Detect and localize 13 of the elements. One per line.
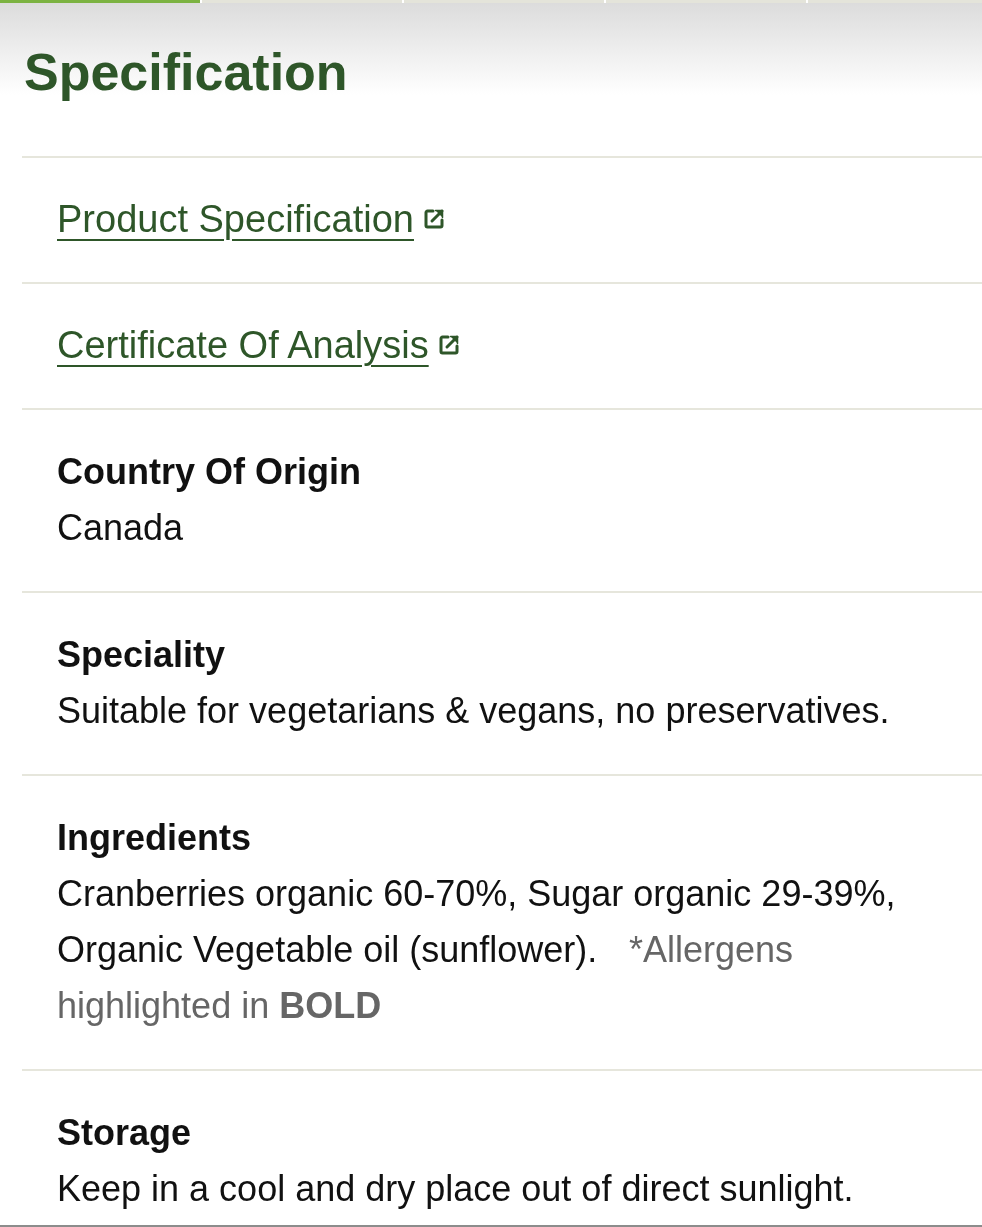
detail-label: Ingredients: [57, 816, 252, 860]
document-link[interactable]: Product Specification: [57, 191, 446, 247]
detail-value: Canada: [57, 506, 185, 550]
section-title: Specification: [24, 42, 348, 102]
external-link-icon: [422, 207, 446, 231]
detail-value: Keep in a cool and dry place out of direct sunlight.: [57, 1167, 855, 1211]
external-link-icon: [436, 333, 461, 357]
detail-value: Cranberries organic 60-70%, Sugar organic 29-39%, Organic Vegetable oil (sunflower). *Allergens highlighted in BOLD: [57, 872, 897, 1028]
detail-value: Suitable for vegetarians & vegans, no preservatives.: [57, 689, 891, 733]
detail-label: Speciality: [57, 633, 226, 677]
document-link[interactable]: Certificate Of Analysis: [57, 317, 461, 373]
detail-label: Country Of Origin: [57, 450, 361, 494]
detail-label: Storage: [57, 1111, 192, 1155]
